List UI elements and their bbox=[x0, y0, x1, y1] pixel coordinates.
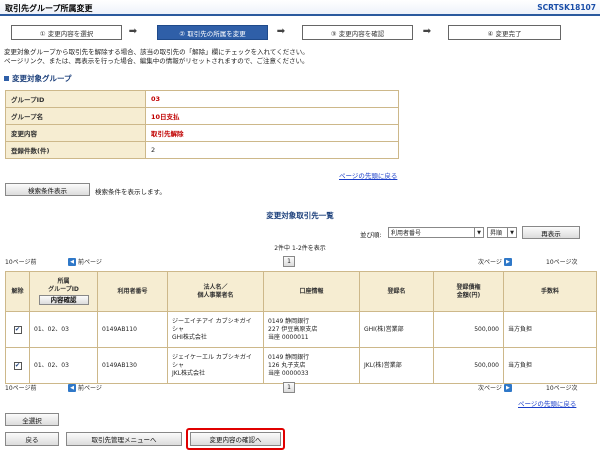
fee-cell: 当方負担 bbox=[503, 347, 597, 384]
amount-cell: 500,000 bbox=[433, 311, 504, 348]
screen-id: SCRTSK18107 bbox=[537, 3, 596, 12]
content-check-button[interactable]: 内容確認 bbox=[38, 295, 89, 305]
list-title: 変更対象取引先一覧 bbox=[266, 211, 334, 220]
release-checkbox[interactable]: ✔ bbox=[13, 361, 22, 370]
amount-cell: 500,000 bbox=[433, 347, 504, 384]
step-2: ② 取引先の所属を変更 bbox=[157, 25, 268, 40]
col-amount: 登録債権 金額(円) bbox=[433, 271, 504, 312]
table-header-row: 解除 所属 グループID 内容確認 利用者番号 法人名／ 個人事業者名 口座情報… bbox=[5, 271, 597, 312]
table-row: 変更内容 取引先解除 bbox=[5, 124, 399, 142]
name-cell: ジェイケーエル カブシキガイ シャ JKL株式会社 bbox=[167, 347, 264, 384]
prev-page-link[interactable]: ◀ 前ページ bbox=[68, 383, 102, 392]
table-row: ✔ 01、02、03 0149AB110 ジーエイチアイ カブシキガイ シャ G… bbox=[5, 311, 597, 348]
description-line-1: 変更対象グループから取引先を解除する場合、該当の取引先の「解除」欄にチェックを入… bbox=[4, 48, 309, 56]
page-title: 取引先グループ所属変更 bbox=[5, 4, 93, 13]
back-to-top-link[interactable]: ページの先頭に戻る bbox=[518, 398, 576, 408]
select-all-button[interactable]: 全選択 bbox=[5, 413, 59, 426]
redisplay-button[interactable]: 再表示 bbox=[522, 226, 580, 239]
next-10-pages-link[interactable]: 10ページ次 bbox=[546, 257, 578, 266]
name-cell: ジーエイチアイ カブシキガイ シャ GHI株式会社 bbox=[167, 311, 264, 348]
page-1-button[interactable]: 1 bbox=[283, 382, 295, 393]
col-user-no: 利用者番号 bbox=[97, 271, 168, 312]
arrow-right-icon: ▶ bbox=[503, 257, 512, 266]
next-page-link[interactable]: 次ページ ▶ bbox=[478, 257, 512, 266]
step-arrow-icon: ➡ bbox=[128, 26, 138, 37]
group-name-label: グループ名 bbox=[5, 107, 146, 125]
fee-cell: 当方負担 bbox=[503, 311, 597, 348]
table-row: グループID 03 bbox=[5, 90, 399, 108]
change-type-label: 変更内容 bbox=[5, 124, 146, 142]
account-cell: 0149 静岡銀行 126 丸子支店 当座 0000033 bbox=[263, 347, 360, 384]
reg-name-cell: GHI(株)営業部 bbox=[359, 311, 434, 348]
counterparty-table: 解除 所属 グループID 内容確認 利用者番号 法人名／ 個人事業者名 口座情報… bbox=[5, 271, 597, 384]
sort-select[interactable]: 利用者番号 ▼ bbox=[388, 227, 484, 238]
step-arrow-icon: ➡ bbox=[422, 26, 432, 37]
step-4: ④ 変更完了 bbox=[448, 25, 561, 40]
col-name: 法人名／ 個人事業者名 bbox=[167, 271, 264, 312]
search-conditions-hint: 検索条件を表示します。 bbox=[95, 188, 166, 196]
group-info-table: グループID 03 グループ名 10日支払 変更内容 取引先解除 登録件数(件)… bbox=[5, 90, 399, 159]
step-arrow-icon: ➡ bbox=[276, 26, 286, 37]
sort-label: 並び順: bbox=[360, 231, 382, 239]
count-label: 登録件数(件) bbox=[5, 141, 146, 159]
result-count: 2件中 1-2件を表示 bbox=[274, 245, 326, 252]
group-name-value: 10日支払 bbox=[145, 107, 399, 125]
confirm-changes-button[interactable]: 変更内容の確認へ bbox=[190, 432, 281, 446]
account-cell: 0149 静岡銀行 227 伊豆高原支店 当座 0000011 bbox=[263, 311, 360, 348]
user-no-cell: 0149AB110 bbox=[97, 311, 168, 348]
table-row: ✔ 01、02、03 0149AB130 ジェイケーエル カブシキガイ シャ J… bbox=[5, 347, 597, 384]
table-row: 登録件数(件) 2 bbox=[5, 141, 399, 159]
chevron-down-icon: ▼ bbox=[507, 228, 516, 237]
prev-10-pages-link[interactable]: 10ページ前 bbox=[5, 257, 37, 266]
prev-10-pages-link[interactable]: 10ページ前 bbox=[5, 383, 37, 392]
back-to-top-link[interactable]: ページの先頭に戻る bbox=[339, 170, 397, 180]
group-id-label: グループID bbox=[5, 90, 146, 108]
step-3: ③ 変更内容を確認 bbox=[302, 25, 413, 40]
col-account: 口座情報 bbox=[263, 271, 360, 312]
arrow-left-icon: ◀ bbox=[68, 383, 76, 392]
title-bar: 取引先グループ所属変更 SCRTSK18107 bbox=[0, 0, 600, 16]
back-button[interactable]: 戻る bbox=[5, 432, 59, 446]
step-1: ① 変更内容を選択 bbox=[11, 25, 122, 40]
next-page-link[interactable]: 次ページ ▶ bbox=[478, 383, 512, 392]
search-conditions-button[interactable]: 検索条件表示 bbox=[5, 183, 90, 196]
group-id-cell: 01、02、03 bbox=[29, 311, 98, 348]
arrow-right-icon: ▶ bbox=[503, 383, 512, 392]
col-group-id: 所属 グループID 内容確認 bbox=[29, 271, 98, 312]
order-select[interactable]: 昇順 ▼ bbox=[487, 227, 517, 238]
table-row: グループ名 10日支払 bbox=[5, 107, 399, 125]
square-bullet-icon bbox=[4, 76, 9, 81]
chevron-down-icon: ▼ bbox=[474, 228, 483, 237]
prev-page-link[interactable]: ◀ 前ページ bbox=[68, 257, 102, 266]
group-id-value: 03 bbox=[145, 90, 399, 108]
release-checkbox[interactable]: ✔ bbox=[13, 325, 22, 334]
counterparty-menu-button[interactable]: 取引先管理メニューへ bbox=[66, 432, 182, 446]
reg-name-cell: JKL(株)営業部 bbox=[359, 347, 434, 384]
user-no-cell: 0149AB130 bbox=[97, 347, 168, 384]
col-reg-name: 登録名 bbox=[359, 271, 434, 312]
group-section-heading: 変更対象グループ bbox=[4, 73, 72, 84]
col-fee: 手数料 bbox=[503, 271, 597, 312]
count-value: 2 bbox=[145, 141, 399, 159]
col-release: 解除 bbox=[5, 271, 30, 312]
group-id-cell: 01、02、03 bbox=[29, 347, 98, 384]
next-10-pages-link[interactable]: 10ページ次 bbox=[546, 383, 578, 392]
page-1-button[interactable]: 1 bbox=[283, 256, 295, 267]
description-line-2: ページリンク、または、再表示を行った場合、編集中の情報がリセットされますので、ご… bbox=[4, 57, 309, 65]
arrow-left-icon: ◀ bbox=[68, 257, 76, 266]
change-type-value: 取引先解除 bbox=[145, 124, 399, 142]
